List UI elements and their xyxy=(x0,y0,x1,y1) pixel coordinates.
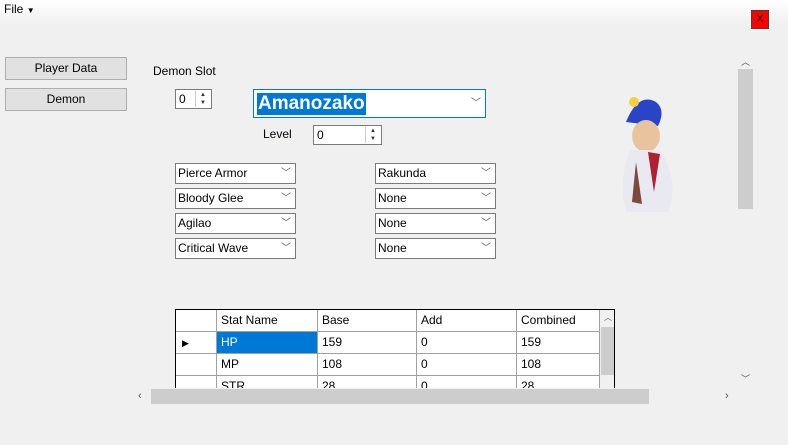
menu-bar xyxy=(0,0,788,24)
skill-left-select[interactable]: Critical Wave ﹀ xyxy=(175,238,296,259)
column-header[interactable] xyxy=(176,310,217,332)
skill-name: Agilao xyxy=(178,216,212,230)
chevron-down-icon: ﹀ xyxy=(471,98,481,109)
scroll-right-icon[interactable]: › xyxy=(725,390,729,402)
grid-scroll-thumb[interactable] xyxy=(601,327,614,375)
demon-slot-value: 0 xyxy=(179,92,186,106)
scroll-up-icon[interactable]: ︿ xyxy=(604,312,612,323)
file-menu-label: File xyxy=(4,2,24,16)
table-cell[interactable]: 28 xyxy=(318,376,417,388)
table-cell[interactable]: 108 xyxy=(318,354,417,376)
demon-button[interactable]: Demon xyxy=(5,88,127,111)
table-cell[interactable]: 108 xyxy=(517,354,600,376)
chevron-down-icon: ﹀ xyxy=(281,218,291,229)
chevron-down-icon: ﹀ xyxy=(281,243,291,254)
horizontal-scroll-thumb[interactable] xyxy=(151,389,649,404)
skill-name: None xyxy=(378,241,407,255)
table-cell[interactable]: 159 xyxy=(517,332,600,354)
vertical-scrollbar[interactable]: ︿ ﹀ xyxy=(737,52,754,388)
file-menu[interactable]: File ▼ xyxy=(4,2,35,16)
row-header[interactable]: ▶ xyxy=(176,332,217,354)
row-header[interactable] xyxy=(176,354,217,376)
spin-arrows-icon[interactable]: ▲ ▼ xyxy=(365,127,380,143)
table-cell[interactable]: MP xyxy=(217,354,318,376)
table-cell[interactable]: 0 xyxy=(417,376,517,388)
table-cell[interactable]: STR xyxy=(217,376,318,388)
chevron-down-icon: ﹀ xyxy=(481,218,491,229)
skill-left-select[interactable]: Pierce Armor ﹀ xyxy=(175,163,296,184)
close-button[interactable]: X xyxy=(751,10,769,29)
skill-name: None xyxy=(378,216,407,230)
row-header[interactable] xyxy=(176,376,217,388)
table-cell[interactable]: 28 xyxy=(517,376,600,388)
chevron-down-icon: ﹀ xyxy=(481,243,491,254)
vertical-scroll-thumb[interactable] xyxy=(738,69,753,209)
skill-right-select[interactable]: None ﹀ xyxy=(375,188,496,209)
grid-vertical-scrollbar[interactable]: ︿ xyxy=(600,310,614,388)
chevron-down-icon: ﹀ xyxy=(281,193,291,204)
scroll-up-icon[interactable]: ︿ xyxy=(741,55,750,68)
chevron-down-icon: ﹀ xyxy=(481,193,491,204)
stats-grid[interactable]: Stat Name Base Add Combined ▶ HP 159 0 159 MP 108 0… xyxy=(175,309,615,388)
horizontal-scrollbar[interactable]: ‹ › xyxy=(135,388,737,405)
scroll-left-icon[interactable]: ‹ xyxy=(138,390,142,402)
chevron-down-icon: ﹀ xyxy=(281,168,291,179)
skill-name: Bloody Glee xyxy=(178,191,244,205)
caret-down-icon: ▼ xyxy=(26,6,35,15)
skill-right-select[interactable]: None ﹀ xyxy=(375,213,496,234)
column-header[interactable]: Base xyxy=(318,310,417,332)
level-value: 0 xyxy=(317,128,324,142)
column-header[interactable]: Add xyxy=(417,310,517,332)
scroll-down-icon[interactable]: ﹀ xyxy=(741,372,750,385)
table-cell[interactable]: 159 xyxy=(318,332,417,354)
player-data-button[interactable]: Player Data xyxy=(5,57,127,80)
column-header[interactable]: Combined xyxy=(517,310,600,332)
chevron-down-icon: ﹀ xyxy=(481,168,491,179)
skill-right-select[interactable]: None ﹀ xyxy=(375,238,496,259)
table-cell[interactable]: HP xyxy=(217,332,318,354)
skill-left-select[interactable]: Bloody Glee ﹀ xyxy=(175,188,296,209)
skill-name: None xyxy=(378,191,407,205)
skill-right-select[interactable]: Rakunda ﹀ xyxy=(375,163,496,184)
demon-slot-label: Demon Slot xyxy=(153,64,216,78)
level-spinner[interactable]: 0 ▲ ▼ xyxy=(313,125,382,145)
table-cell[interactable]: 0 xyxy=(417,332,517,354)
spin-arrows-icon[interactable]: ▲ ▼ xyxy=(195,91,210,107)
column-header[interactable]: Stat Name xyxy=(217,310,318,332)
skill-name: Rakunda xyxy=(378,166,427,180)
level-label: Level xyxy=(263,127,292,141)
demon-select[interactable]: Amanozako ﹀ xyxy=(253,89,486,118)
demon-name: Amanozako xyxy=(257,93,366,115)
current-row-icon: ▶ xyxy=(182,338,189,348)
skill-left-select[interactable]: Agilao ﹀ xyxy=(175,213,296,234)
demon-portrait xyxy=(622,97,673,212)
demon-slot-spinner[interactable]: 0 ▲ ▼ xyxy=(175,89,212,109)
skill-name: Critical Wave xyxy=(178,241,249,255)
skill-name: Pierce Armor xyxy=(178,166,248,180)
table-cell[interactable]: 0 xyxy=(417,354,517,376)
